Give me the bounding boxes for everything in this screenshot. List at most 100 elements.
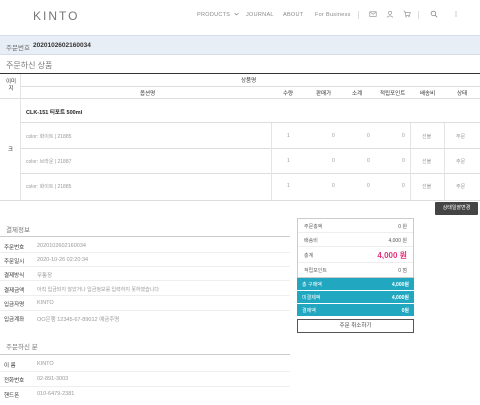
points-cell: 0 bbox=[402, 158, 405, 164]
summary-value: 0 원 bbox=[398, 224, 407, 230]
points-cell: 0 bbox=[402, 183, 405, 189]
payment-label: 주문번호 bbox=[4, 245, 25, 251]
payment-label: 결제금액 bbox=[4, 288, 25, 294]
col-shipping-header: 배송비 bbox=[420, 91, 436, 97]
summary-total-label: 총계 bbox=[304, 253, 314, 259]
product-name: CLK-151 티포트 500ml bbox=[26, 110, 83, 116]
nav-about[interactable]: ABOUT bbox=[283, 12, 303, 18]
summary-label: 주문총액 bbox=[304, 224, 323, 230]
row-divider bbox=[0, 252, 290, 253]
subtotal-cell: 0 bbox=[367, 133, 370, 139]
column-divider bbox=[20, 74, 21, 201]
row-divider bbox=[21, 173, 480, 174]
orderer-label: 이 름 bbox=[4, 363, 16, 369]
payment-value: OO은행 12345-67-89012 예금주명 bbox=[37, 317, 120, 323]
payment-info-title: 결제정보 bbox=[6, 227, 30, 234]
summary-teal-row: 미결제액 4,000원 bbox=[297, 291, 414, 304]
section-divider bbox=[0, 354, 290, 355]
shipping-cell: 선불 bbox=[422, 184, 432, 190]
nav-products-label: PRODUCTS bbox=[197, 12, 231, 18]
order-summary-box: 주문총액 0 원 배송비 4,000 원 총계 4,000 원 적립포인트 0 … bbox=[297, 218, 414, 278]
kinto-logo[interactable]: KINTO bbox=[33, 9, 79, 23]
payment-value: KINTO bbox=[37, 300, 54, 306]
column-divider bbox=[271, 123, 272, 200]
cancel-order-button[interactable]: 주문 취소하기 bbox=[297, 319, 414, 333]
shipping-cell: 선불 bbox=[422, 159, 432, 165]
row-divider bbox=[0, 310, 290, 311]
payment-label: 입금자명 bbox=[4, 302, 25, 308]
column-divider bbox=[444, 123, 445, 200]
user-icon[interactable] bbox=[386, 10, 394, 18]
orderer-label: 핸드폰 bbox=[4, 393, 20, 399]
search-icon[interactable] bbox=[430, 10, 438, 18]
site-header: KINTO PRODUCTS JOURNAL ABOUT For Busines… bbox=[0, 0, 480, 34]
orderer-value: 010-6479-2381 bbox=[37, 391, 75, 397]
row-divider bbox=[0, 371, 290, 372]
payment-value: 무통장 bbox=[37, 273, 53, 279]
payment-value: 2020-10-26 02:20:34 bbox=[37, 257, 89, 263]
col-image-header: 이미지 bbox=[5, 79, 17, 92]
summary-teal-row: 결제액 0원 bbox=[297, 304, 414, 317]
subtotal-cell: 0 bbox=[367, 183, 370, 189]
row-divider bbox=[0, 266, 290, 267]
summary-total-value: 4,000 원 bbox=[377, 251, 407, 260]
table-top-border bbox=[0, 73, 480, 74]
table-bottom-border bbox=[0, 200, 480, 201]
divider bbox=[358, 11, 359, 19]
price-cell: 0 bbox=[332, 133, 335, 139]
status-cell: 주문 bbox=[456, 184, 466, 190]
order-number-value: 2020102602160034 bbox=[33, 42, 91, 49]
teal-value: 4,000원 bbox=[391, 282, 409, 288]
teal-label: 미결제액 bbox=[302, 295, 321, 301]
summary-teal-row: 총 구매액 4,000원 bbox=[297, 278, 414, 291]
row-divider bbox=[21, 148, 480, 149]
summary-label: 배송비 bbox=[304, 238, 318, 244]
summary-points-row: 적립포인트 0 점 bbox=[298, 263, 413, 277]
nav-for-business[interactable]: For Business bbox=[315, 12, 351, 18]
col-status-header: 상태 bbox=[457, 91, 468, 97]
orderer-title: 주문하신 분 bbox=[6, 344, 38, 351]
nav-products[interactable]: PRODUCTS bbox=[197, 12, 239, 18]
teal-label: 결제액 bbox=[302, 308, 316, 314]
orderer-label: 전화번호 bbox=[4, 378, 25, 384]
qty-cell: 1 bbox=[287, 133, 290, 139]
payment-value: 2020102602160034 bbox=[37, 243, 86, 249]
points-cell: 0 bbox=[402, 133, 405, 139]
payment-label: 입금계좌 bbox=[4, 317, 25, 323]
ordered-products-title: 주문하신 상품 bbox=[6, 61, 53, 70]
orderer-value: KINTO bbox=[37, 361, 54, 367]
option-cell: color: 화이트 | 21885 bbox=[26, 184, 72, 190]
status-change-button[interactable]: 상태일괄변경 bbox=[435, 202, 478, 215]
cart-icon[interactable] bbox=[403, 10, 411, 18]
option-cell: color: 화이트 | 21885 bbox=[26, 134, 72, 140]
nav-journal[interactable]: JOURNAL bbox=[246, 12, 274, 18]
price-cell: 0 bbox=[332, 158, 335, 164]
product-image: 크 bbox=[8, 147, 14, 153]
summary-row: 주문총액 0 원 bbox=[298, 219, 413, 233]
summary-total-row: 총계 4,000 원 bbox=[298, 247, 413, 263]
mail-icon[interactable] bbox=[369, 10, 377, 18]
menu-icon[interactable] bbox=[452, 10, 460, 18]
row-divider bbox=[0, 386, 290, 387]
option-cell: color: 브라운 | 21887 bbox=[26, 159, 72, 165]
summary-row: 배송비 4,000 원 bbox=[298, 233, 413, 247]
order-number-bar: 주문번호 2020102602160034 bbox=[0, 35, 480, 55]
section-divider bbox=[0, 236, 290, 237]
price-cell: 0 bbox=[332, 183, 335, 189]
column-divider bbox=[410, 123, 411, 200]
col-price-header: 판매가 bbox=[316, 91, 332, 97]
orderer-value: 02-891-3003 bbox=[37, 376, 69, 382]
order-number-label: 주문번호 bbox=[6, 45, 30, 52]
payment-label: 결제방식 bbox=[4, 273, 25, 279]
qty-cell: 1 bbox=[287, 158, 290, 164]
teal-value: 4,000원 bbox=[391, 295, 409, 301]
col-points-header: 적립포인트 bbox=[380, 91, 406, 97]
payment-label: 주문일시 bbox=[4, 259, 25, 265]
row-divider bbox=[21, 122, 480, 123]
divider bbox=[418, 11, 419, 19]
qty-cell: 1 bbox=[287, 183, 290, 189]
col-product-header: 상품명 bbox=[241, 78, 257, 84]
row-divider bbox=[0, 295, 290, 296]
col-subtotal-header: 소계 bbox=[352, 91, 363, 97]
payment-value: 아직 입금되지 않았거나 입금정보를 입력하지 못하였습니다 bbox=[37, 287, 159, 293]
